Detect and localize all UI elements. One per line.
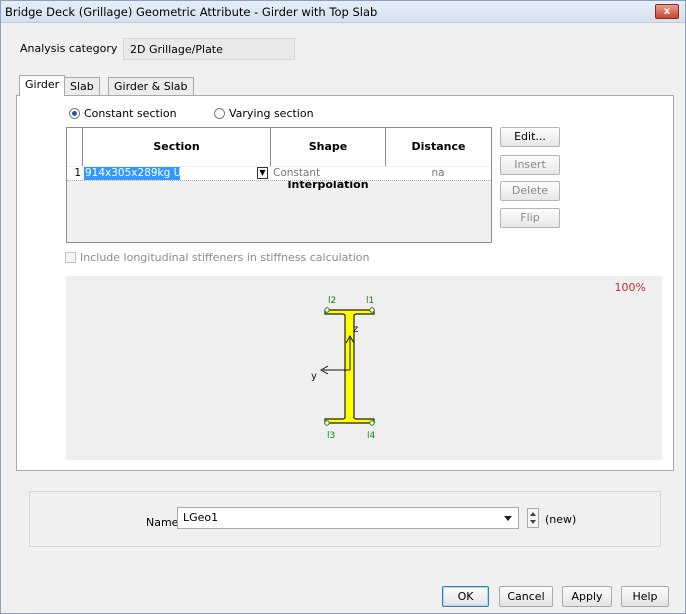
name-combobox[interactable]: LGeo1 — [177, 507, 519, 529]
name-spinner[interactable] — [527, 508, 539, 528]
close-button[interactable]: x — [655, 4, 679, 19]
window-title: Bridge Deck (Grillage) Geometric Attribu… — [5, 5, 378, 19]
column-header-shape-interpolation[interactable]: Shape Interpolation — [270, 128, 385, 191]
constant-section-radio[interactable] — [69, 108, 80, 119]
i-beam-drawing: l2 l1 l3 l4 z y — [311, 296, 376, 441]
name-label: Name — [146, 516, 179, 529]
y-axis-label: y — [311, 371, 317, 382]
row-header-corner — [67, 128, 82, 166]
table-row[interactable]: 1 914x305x289kg UB ▼ Constant na — [67, 167, 491, 181]
section-grid[interactable]: Section Shape Interpolation Distance 1 9… — [66, 127, 492, 243]
title-bar: Bridge Deck (Grillage) Geometric Attribu… — [1, 1, 685, 23]
point-l1-marker — [369, 307, 375, 313]
ok-button[interactable]: OK — [442, 586, 489, 607]
section-cell[interactable]: 914x305x289kg UB — [84, 167, 180, 180]
section-dropdown-icon[interactable]: ▼ — [257, 167, 268, 179]
help-button[interactable]: Help — [621, 586, 669, 607]
z-axis-label: z — [353, 324, 358, 335]
column-header-distance[interactable]: Distance — [385, 128, 491, 166]
stiffeners-label: Include longitudinal stiffeners in stiff… — [80, 251, 370, 264]
point-l3-marker — [324, 420, 330, 426]
section-preview: 100% l2 l1 l3 l4 z y — [66, 276, 662, 460]
insert-button[interactable]: Insert — [500, 155, 560, 175]
tab-slab[interactable]: Slab — [64, 77, 100, 95]
point-l3-label: l3 — [327, 431, 335, 441]
point-l1-label: l1 — [366, 296, 374, 306]
point-l2-label: l2 — [328, 296, 336, 306]
analysis-category-label: Analysis category — [20, 42, 118, 55]
distance-cell[interactable]: na — [385, 167, 491, 180]
analysis-category-value: 2D Grillage/Plate — [123, 38, 295, 60]
spin-up-icon[interactable] — [530, 512, 536, 516]
interpolation-cell[interactable]: Constant — [273, 167, 383, 180]
varying-section-radio[interactable] — [214, 108, 225, 119]
spin-down-icon[interactable] — [530, 520, 536, 524]
apply-button[interactable]: Apply — [562, 586, 612, 607]
row-number: 1 — [74, 167, 81, 179]
delete-button[interactable]: Delete — [500, 181, 560, 201]
tab-girder-and-slab[interactable]: Girder & Slab — [108, 77, 194, 95]
flip-button[interactable]: Flip — [500, 208, 560, 228]
point-l4-marker — [369, 420, 375, 426]
tab-girder[interactable]: Girder — [19, 75, 66, 96]
constant-section-label: Constant section — [84, 107, 177, 120]
grid-header: Section Shape Interpolation Distance — [67, 128, 491, 191]
cancel-button[interactable]: Cancel — [499, 586, 553, 607]
dialog-window: Bridge Deck (Grillage) Geometric Attribu… — [0, 0, 686, 614]
stiffeners-checkbox[interactable] — [65, 252, 76, 263]
point-l4-label: l4 — [367, 431, 376, 441]
name-value: LGeo1 — [183, 511, 219, 524]
chevron-down-icon[interactable] — [504, 516, 512, 521]
name-status: (new) — [545, 513, 577, 526]
point-l2-marker — [324, 307, 330, 313]
varying-section-label: Varying section — [229, 107, 314, 120]
edit-button[interactable]: Edit... — [500, 127, 560, 147]
column-header-section[interactable]: Section — [82, 128, 270, 166]
